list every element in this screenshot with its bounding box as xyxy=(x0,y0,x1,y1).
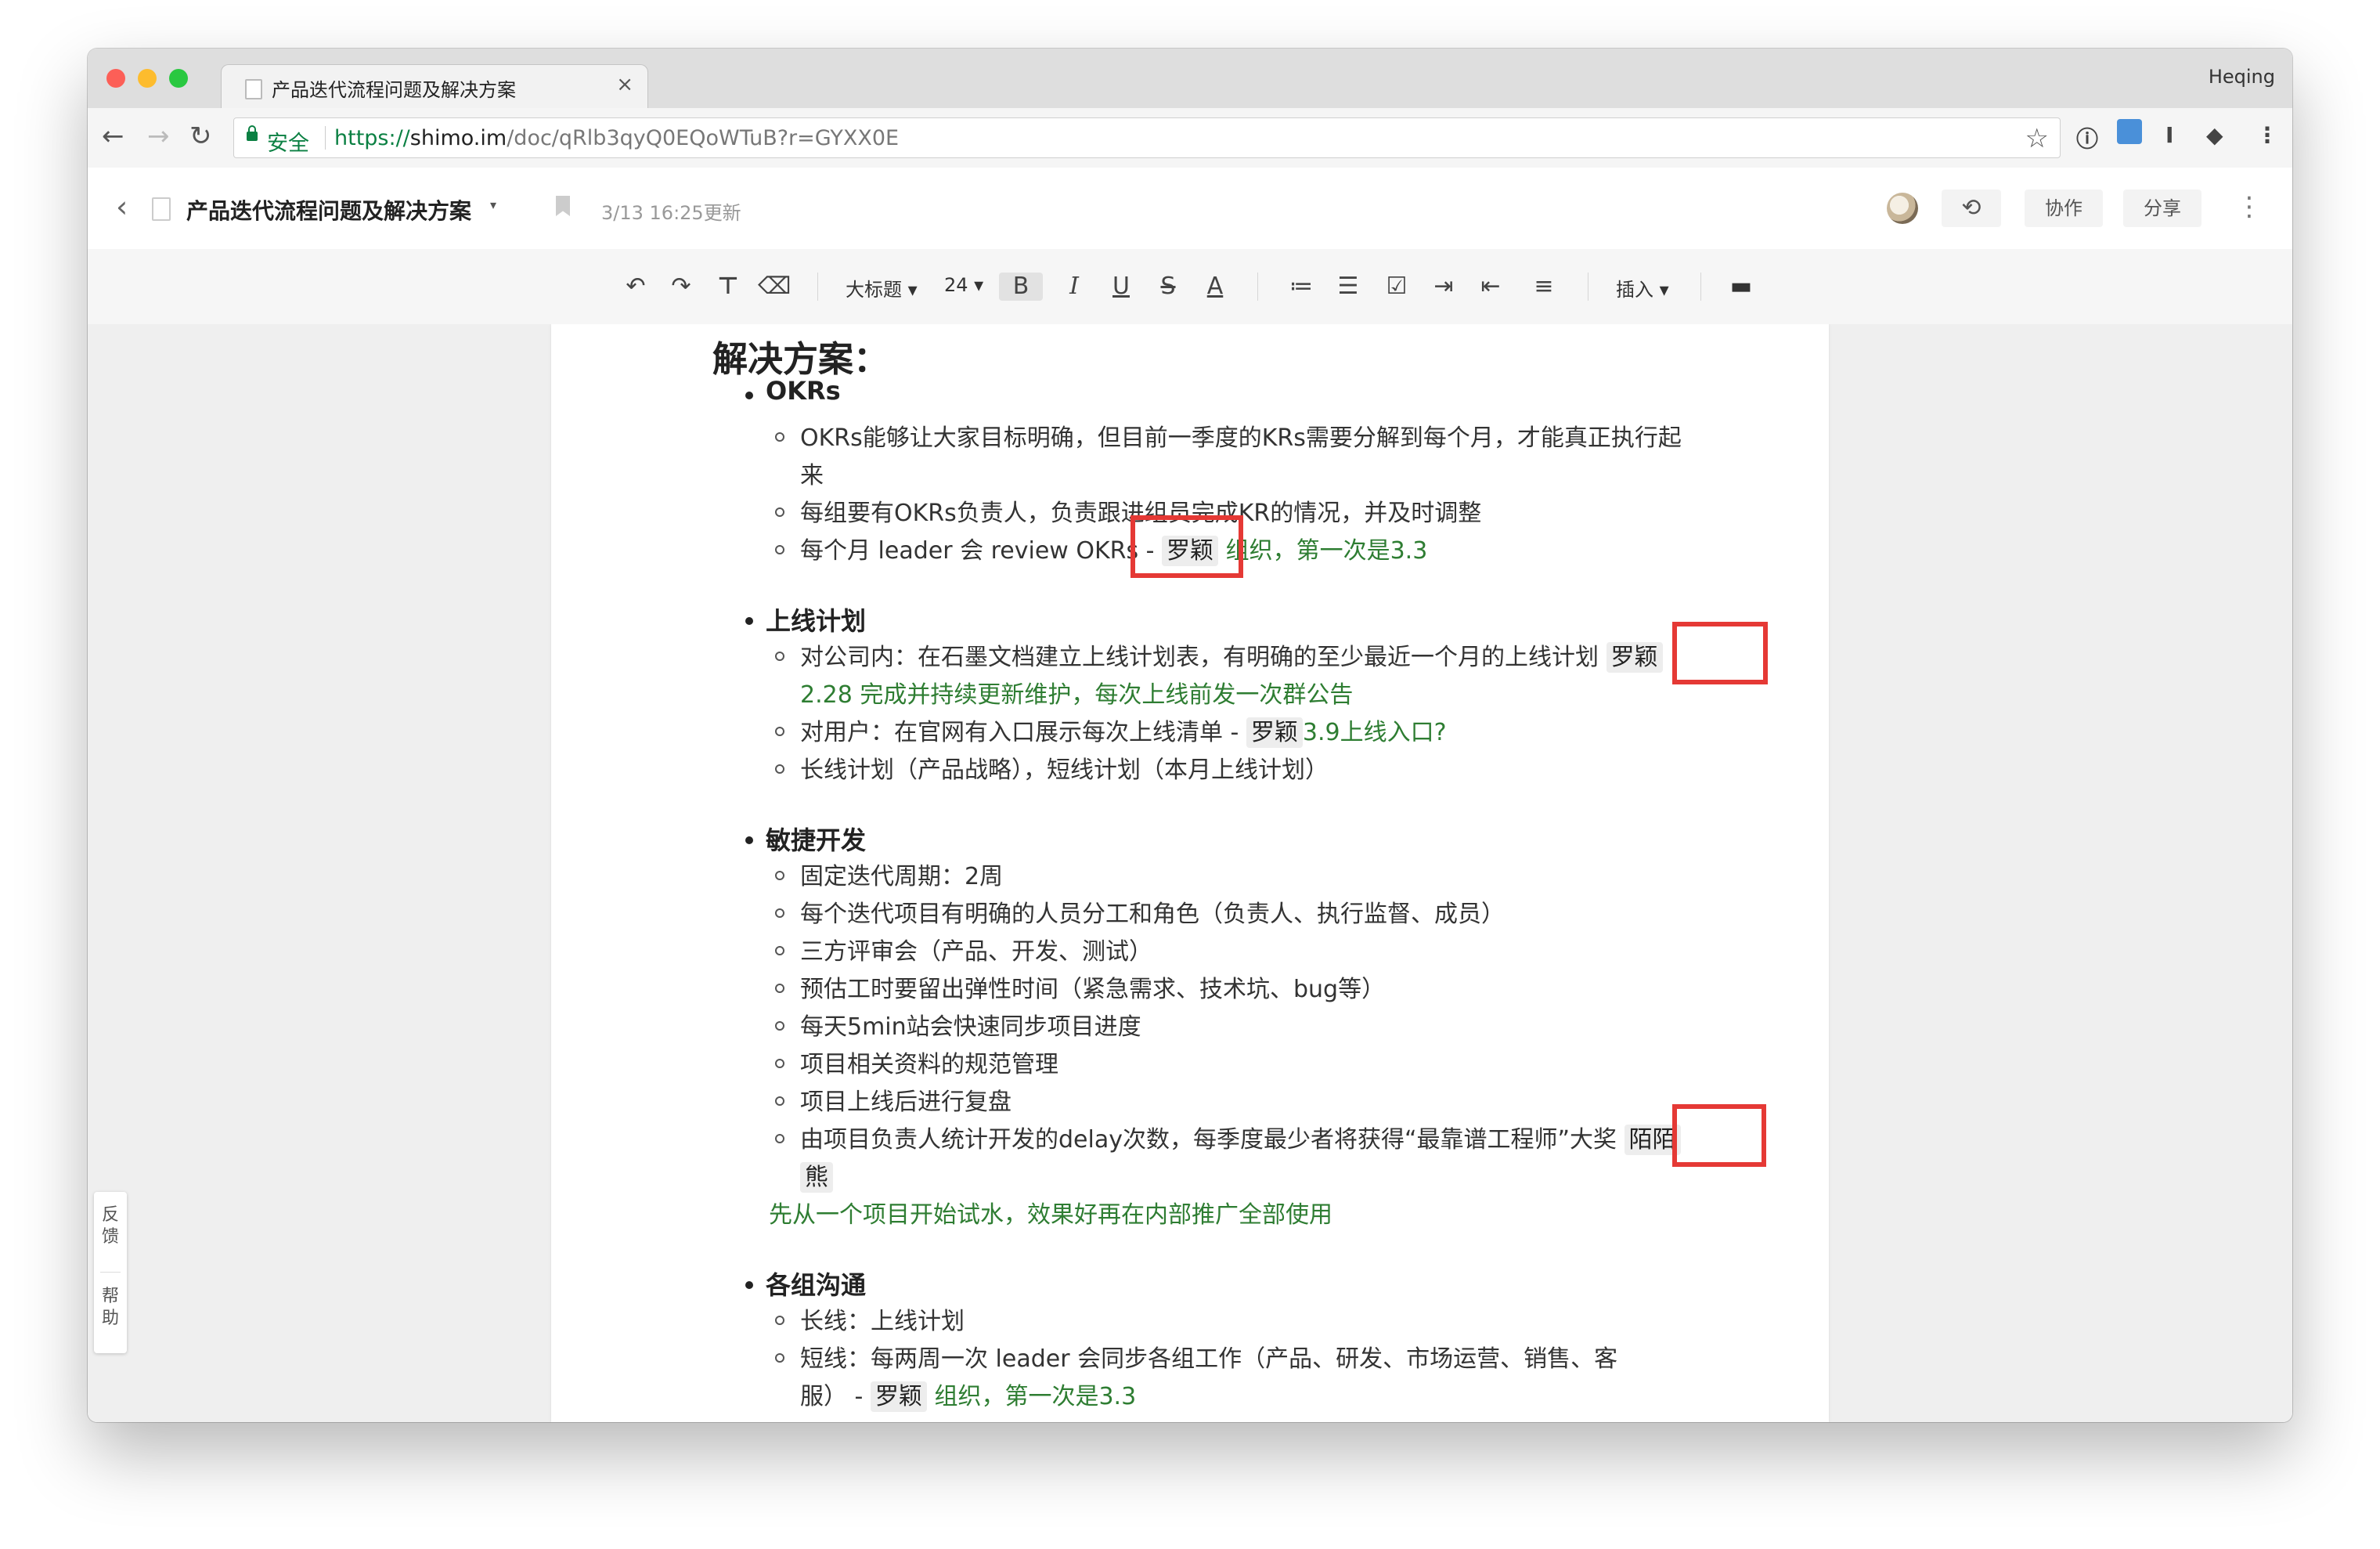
outdent-icon[interactable]: ⇤ xyxy=(1475,273,1506,301)
list-item: 预估工时要留出弹性时间（紧急需求、技术坑、bug等） xyxy=(800,976,1386,1003)
list-item: 每个迭代项目有明确的人员分工和角色（负责人、执行监督、成员） xyxy=(800,901,1505,928)
italic-button[interactable]: I xyxy=(1058,273,1090,301)
list-item: 项目相关资料的规范管理 xyxy=(800,1051,1058,1078)
browser-menu-icon[interactable]: ⋮ xyxy=(2256,122,2278,148)
lock-icon xyxy=(247,125,258,141)
list-item: 对用户：在官网有入口展示每次上线清单 - 罗颖 3.9上线入口? xyxy=(800,717,1447,748)
list-item: 长线计划（产品战略），短线计划（本月上线计划） xyxy=(800,756,1329,784)
evernote-icon[interactable]: ◆ xyxy=(2206,122,2223,148)
secure-label: 安全 xyxy=(267,132,309,156)
tab-strip: 产品迭代流程问题及解决方案 × Heqing xyxy=(88,49,2292,109)
forward-icon[interactable]: → xyxy=(147,121,170,152)
bookmark-star-icon[interactable]: ☆ xyxy=(2025,123,2049,154)
underline-button[interactable]: U xyxy=(1105,273,1137,301)
extension-info-icon[interactable]: ⓘ xyxy=(2076,122,2098,153)
strikethrough-button[interactable]: S xyxy=(1152,273,1184,301)
history-icon: ⟲ xyxy=(1961,194,1982,222)
doc-title[interactable]: 产品迭代流程问题及解决方案 xyxy=(186,194,471,226)
format-toolbar: ↶ ↷ ⊤ ⌫ 大标题 ▾ 24 ▾ B I U S A ≔ ☰ ☑ ⇥ ⇤ ≡… xyxy=(88,249,2292,325)
mention-tag[interactable]: 罗颖 xyxy=(870,1381,927,1412)
checklist-icon[interactable]: ☑ xyxy=(1381,273,1412,301)
list-item-continued: 服） - 罗颖 组织，第一次是3.3 xyxy=(800,1381,1137,1412)
eraser-icon[interactable]: ⌫ xyxy=(758,273,791,301)
back-icon[interactable]: ← xyxy=(102,121,124,152)
font-size-dropdown[interactable]: 24 ▾ xyxy=(944,274,983,296)
list-item: 来 xyxy=(800,462,824,489)
app-header: ‹ 产品迭代流程问题及解决方案 ▾ 3/13 16:25更新 ⟲ 协作 分享 ⋮ xyxy=(88,168,2292,250)
bold-button[interactable]: B xyxy=(999,273,1043,301)
list-item: 由项目负责人统计开发的delay次数，每季度最少者将获得“最靠谱工程师”大奖 陌… xyxy=(800,1120,1681,1155)
mention-tag[interactable]: 罗颖 xyxy=(1246,717,1303,748)
list-item: 固定迭代周期：2周 xyxy=(800,863,1004,890)
highlight-box xyxy=(1672,622,1768,684)
help-button[interactable]: 帮助 xyxy=(102,1286,119,1330)
list-item: 2.28 完成并持续更新维护，每次上线前发一次群公告 xyxy=(800,681,1354,709)
tab-title: 产品迭代流程问题及解决方案 xyxy=(272,79,516,101)
feedback-help-tab: 反馈 帮助 xyxy=(94,1192,127,1353)
list-item: OKRs能够让大家目标明确，但目前一季度的KRs需要分解到每个月，才能真正执行起 xyxy=(800,424,1682,452)
back-arrow-icon[interactable]: ‹ xyxy=(116,190,128,224)
close-window-button[interactable] xyxy=(106,69,125,88)
list-heading-team-communication: 各组沟通 xyxy=(766,1270,867,1300)
more-icon[interactable]: ⋮ xyxy=(2236,191,2263,222)
address-bar-row: ← → ↻ 安全 https://shimo.im/doc/qRlb3qyQ0E… xyxy=(88,108,2292,168)
browser-window: 产品迭代流程问题及解决方案 × Heqing ← → ↻ 安全 https://… xyxy=(88,49,2292,1422)
doc-icon xyxy=(152,197,171,221)
editor-workspace: 解决方案： OKRs OKRs能够让大家目标明确，但目前一季度的KRs需要分解到… xyxy=(88,324,2292,1422)
feedback-button[interactable]: 反馈 xyxy=(102,1204,119,1248)
bullet-list-icon[interactable]: ☰ xyxy=(1332,273,1364,301)
list-item: 对公司内：在石墨文档建立上线计划表，有明确的至少最近一个月的上线计划 罗颖 xyxy=(800,637,1663,673)
format-painter-icon[interactable]: ⊤ xyxy=(712,273,744,301)
collaborate-button[interactable]: 协作 xyxy=(2025,190,2103,227)
browser-tab[interactable]: 产品迭代流程问题及解决方案 × xyxy=(221,64,648,108)
share-button[interactable]: 分享 xyxy=(2123,190,2202,227)
redo-icon[interactable]: ↷ xyxy=(665,273,697,301)
comment-icon[interactable]: ▬ xyxy=(1726,273,1757,301)
url-text[interactable]: https://shimo.im/doc/qRlb3qyQ0EQoWTuB?r=… xyxy=(334,126,899,150)
ordered-list-icon[interactable]: ≔ xyxy=(1286,273,1317,301)
chevron-down-icon[interactable]: ▾ xyxy=(490,197,496,212)
section-heading: 解决方案： xyxy=(712,338,889,380)
list-heading-agile: 敏捷开发 xyxy=(766,825,867,855)
list-item-continued: 熊 xyxy=(800,1157,833,1193)
list-item: 三方评审会（产品、开发、测试） xyxy=(800,938,1152,966)
list-item: 每个月 leader 会 review OKRs - 罗颖 组织，第一次是3.3 xyxy=(800,536,1428,566)
profile-name[interactable]: Heqing xyxy=(2209,66,2275,88)
minimize-window-button[interactable] xyxy=(138,69,157,88)
bookmark-icon[interactable] xyxy=(556,196,570,216)
zoom-window-button[interactable] xyxy=(169,69,188,88)
font-color-button[interactable]: A xyxy=(1198,273,1232,301)
mention-tag[interactable]: 罗颖 xyxy=(1606,642,1663,673)
history-button[interactable]: ⟲ xyxy=(1942,190,2001,227)
doc-favicon-icon xyxy=(245,79,262,99)
document-page[interactable]: 解决方案： OKRs OKRs能够让大家目标明确，但目前一季度的KRs需要分解到… xyxy=(551,324,1829,1422)
updated-time: 3/13 16:25更新 xyxy=(601,202,741,224)
align-icon[interactable]: ≡ xyxy=(1522,273,1566,301)
extension-s-icon[interactable] xyxy=(2117,119,2142,144)
list-heading-okrs: OKRs xyxy=(766,376,841,406)
heading-style-dropdown[interactable]: 大标题 ▾ xyxy=(846,274,918,301)
note-text: 先从一个项目开始试水，效果好再在内部推广全部使用 xyxy=(769,1201,1332,1229)
url-bar[interactable]: 安全 https://shimo.im/doc/qRlb3qyQ0EQoWTuB… xyxy=(233,117,2061,158)
list-item: 长线：上线计划 xyxy=(800,1308,965,1335)
indent-icon[interactable]: ⇥ xyxy=(1428,273,1459,301)
reload-icon[interactable]: ↻ xyxy=(189,121,212,152)
list-item: 项目上线后进行复盘 xyxy=(800,1089,1012,1116)
list-heading-release-plan: 上线计划 xyxy=(766,606,867,636)
insert-dropdown[interactable]: 插入 ▾ xyxy=(1616,274,1669,301)
list-item: 短线：每两周一次 leader 会同步各组工作（产品、研发、市场运营、销售、客 xyxy=(800,1345,1618,1373)
tab-close-icon[interactable]: × xyxy=(616,73,633,96)
undo-icon[interactable]: ↶ xyxy=(620,273,651,301)
highlight-box xyxy=(1672,1104,1766,1167)
extension-i-icon[interactable]: I xyxy=(2165,122,2173,148)
list-item: 每天5min站会快速同步项目进度 xyxy=(800,1013,1141,1041)
highlight-box xyxy=(1130,515,1243,578)
avatar[interactable] xyxy=(1887,193,1918,224)
